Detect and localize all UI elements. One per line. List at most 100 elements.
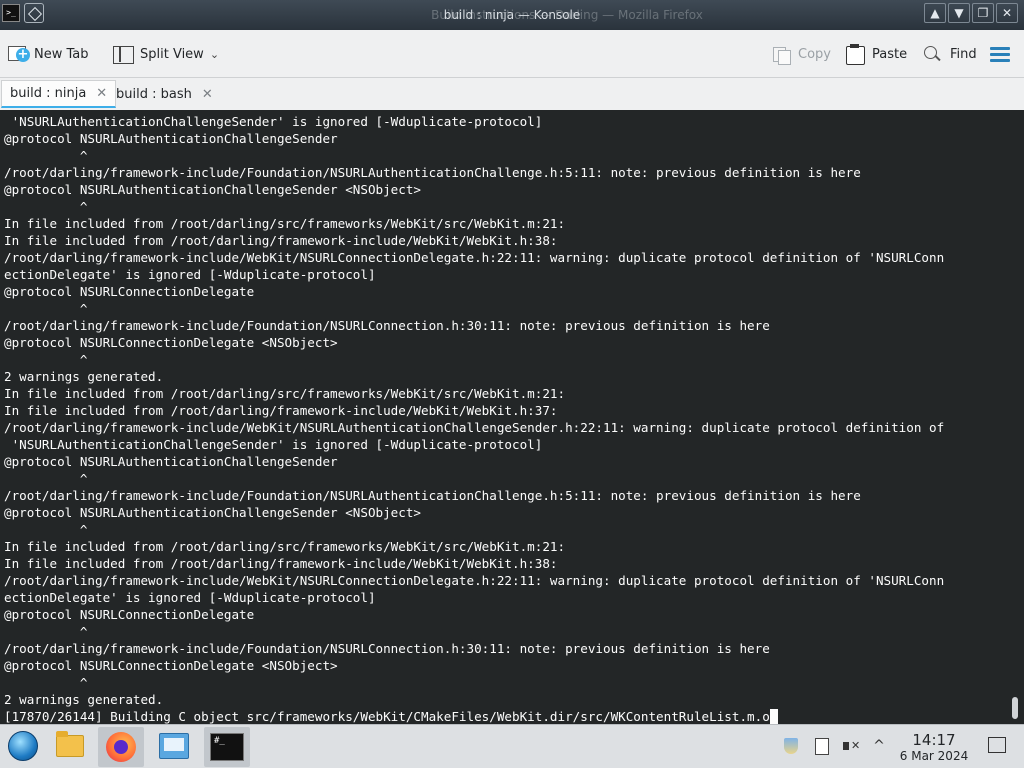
- new-tab-label: New Tab: [34, 46, 89, 62]
- split-view-button[interactable]: Split View ⌄: [112, 42, 219, 66]
- maximize-button[interactable]: ❐: [972, 3, 994, 23]
- chevron-down-icon: ⌄: [209, 47, 220, 61]
- terminal-line-text: 'NSURLAuthenticationChallengeSender' is …: [4, 437, 543, 452]
- terminal-line-text: ectionDelegate' is ignored [-Wduplicate-…: [4, 590, 376, 605]
- terminal-line: ^: [4, 470, 1024, 487]
- terminal-line-text: ^: [4, 471, 88, 486]
- terminal-line: @protocol NSURLAuthenticationChallengeSe…: [4, 181, 1024, 198]
- terminal-output[interactable]: 'NSURLAuthenticationChallengeSender' is …: [0, 110, 1024, 724]
- window-titlebar[interactable]: >_ Build instructions — Darling — Mozill…: [0, 0, 1024, 30]
- terminal-line-text: In file included from /root/darling/src/…: [4, 216, 566, 231]
- minimize-button[interactable]: ▼: [948, 3, 970, 23]
- terminal-line: @protocol NSURLAuthenticationChallengeSe…: [4, 504, 1024, 521]
- terminal-line-text: ^: [4, 675, 88, 690]
- terminal-line-text: [17870/26144] Building C object src/fram…: [4, 709, 770, 724]
- split-view-icon: [112, 44, 134, 64]
- find-label: Find: [950, 46, 977, 62]
- tab-build-bash[interactable]: build : bash ✕: [108, 80, 221, 108]
- copy-icon: [770, 44, 792, 65]
- terminal-line-text: /root/darling/framework-include/Foundati…: [4, 641, 770, 656]
- terminal-line: /root/darling/framework-include/WebKit/N…: [4, 249, 1024, 266]
- split-view-label: Split View: [140, 46, 204, 62]
- terminal-line: @protocol NSURLConnectionDelegate: [4, 606, 1024, 623]
- terminal-line: 'NSURLAuthenticationChallengeSender' is …: [4, 113, 1024, 130]
- terminal-line: @protocol NSURLConnectionDelegate <NSObj…: [4, 334, 1024, 351]
- terminal-line: ^: [4, 521, 1024, 538]
- terminal-line: 2 warnings generated.: [4, 691, 1024, 708]
- new-tab-button[interactable]: New Tab: [6, 42, 89, 66]
- taskbar-system-settings[interactable]: [151, 727, 197, 767]
- terminal-line-text: ectionDelegate' is ignored [-Wduplicate-…: [4, 267, 376, 282]
- close-tab-icon[interactable]: ✕: [202, 87, 213, 102]
- clipboard-icon[interactable]: [812, 737, 830, 755]
- taskbar-firefox[interactable]: [98, 727, 144, 767]
- terminal-line: /root/darling/framework-include/WebKit/N…: [4, 419, 1024, 436]
- terminal-line: 'NSURLAuthenticationChallengeSender' is …: [4, 436, 1024, 453]
- system-settings-icon: [159, 733, 189, 759]
- terminal-line-text: 'NSURLAuthenticationChallengeSender' is …: [4, 114, 543, 129]
- terminal-line: In file included from /root/darling/src/…: [4, 215, 1024, 232]
- close-tab-icon[interactable]: ✕: [96, 86, 107, 101]
- terminal-line: ^: [4, 198, 1024, 215]
- terminal-line: @protocol NSURLAuthenticationChallengeSe…: [4, 453, 1024, 470]
- taskbar: #_ ^ 14:17 6 Mar 2024: [0, 724, 1024, 768]
- terminal-line: 2 warnings generated.: [4, 368, 1024, 385]
- window-title: build : ninja — Konsole: [443, 8, 581, 22]
- terminal-line: /root/darling/framework-include/Foundati…: [4, 164, 1024, 181]
- terminal-line: In file included from /root/darling/fram…: [4, 232, 1024, 249]
- terminal-line-text: In file included from /root/darling/src/…: [4, 539, 566, 554]
- show-desktop-icon[interactable]: [988, 737, 1006, 753]
- tab-label: build : bash: [116, 86, 192, 102]
- tab-build-ninja[interactable]: build : ninja ✕: [1, 80, 117, 108]
- firefox-icon: [106, 732, 136, 762]
- clock-time: 14:17: [912, 731, 956, 749]
- terminal-line-text: /root/darling/framework-include/WebKit/N…: [4, 420, 945, 435]
- terminal-line-text: @protocol NSURLConnectionDelegate: [4, 284, 255, 299]
- show-hidden-icons-icon[interactable]: ^: [870, 737, 888, 755]
- clock[interactable]: 14:17 6 Mar 2024: [894, 731, 974, 764]
- security-tray-icon[interactable]: [782, 737, 800, 755]
- terminal-line-text: In file included from /root/darling/fram…: [4, 556, 558, 571]
- tab-bar: build : ninja ✕ build : bash ✕: [0, 78, 1024, 110]
- paste-button[interactable]: Paste: [844, 42, 907, 66]
- terminal-line-text: @protocol NSURLConnectionDelegate <NSObj…: [4, 335, 338, 350]
- terminal-line-text: /root/darling/framework-include/WebKit/N…: [4, 250, 945, 265]
- terminal-line-text: @protocol NSURLAuthenticationChallengeSe…: [4, 131, 338, 146]
- terminal-line-text: ^: [4, 352, 88, 367]
- terminal-line: ^: [4, 351, 1024, 368]
- terminal-scrollbar[interactable]: [1012, 697, 1018, 719]
- keep-above-button[interactable]: ▲: [924, 3, 946, 23]
- copy-label: Copy: [798, 46, 831, 62]
- terminal-line-text: /root/darling/framework-include/Foundati…: [4, 488, 861, 503]
- terminal-line: [17870/26144] Building C object src/fram…: [4, 708, 1024, 724]
- close-button[interactable]: ✕: [996, 3, 1018, 23]
- new-tab-icon: [6, 44, 30, 64]
- terminal-line-text: ^: [4, 148, 88, 163]
- taskbar-konsole[interactable]: #_: [204, 727, 250, 767]
- terminal-line-text: @protocol NSURLConnectionDelegate <NSObj…: [4, 658, 338, 673]
- terminal-line: In file included from /root/darling/src/…: [4, 538, 1024, 555]
- copy-button[interactable]: Copy: [770, 42, 831, 66]
- terminal-line: @protocol NSURLConnectionDelegate: [4, 283, 1024, 300]
- terminal-line: ^: [4, 300, 1024, 317]
- terminal-line-text: @protocol NSURLAuthenticationChallengeSe…: [4, 182, 422, 197]
- terminal-line-text: ^: [4, 624, 88, 639]
- find-button[interactable]: Find: [922, 42, 977, 66]
- hamburger-menu-button[interactable]: [990, 42, 1010, 66]
- terminal-line-text: ^: [4, 199, 88, 214]
- file-manager-icon[interactable]: [56, 731, 84, 757]
- terminal-line-text: /root/darling/framework-include/Foundati…: [4, 165, 861, 180]
- start-menu-icon[interactable]: [8, 731, 38, 761]
- paste-label: Paste: [872, 46, 908, 62]
- terminal-line: In file included from /root/darling/fram…: [4, 402, 1024, 419]
- terminal-line-text: 2 warnings generated.: [4, 369, 164, 384]
- terminal-icon: #_: [210, 733, 244, 761]
- terminal-line-text: In file included from /root/darling/fram…: [4, 233, 558, 248]
- terminal-line-text: /root/darling/framework-include/Foundati…: [4, 318, 770, 333]
- terminal-line-text: 2 warnings generated.: [4, 692, 164, 707]
- volume-muted-icon[interactable]: [842, 737, 860, 755]
- terminal-line: /root/darling/framework-include/Foundati…: [4, 317, 1024, 334]
- terminal-line-text: In file included from /root/darling/fram…: [4, 403, 558, 418]
- terminal-line: In file included from /root/darling/src/…: [4, 385, 1024, 402]
- terminal-line: /root/darling/framework-include/WebKit/N…: [4, 572, 1024, 589]
